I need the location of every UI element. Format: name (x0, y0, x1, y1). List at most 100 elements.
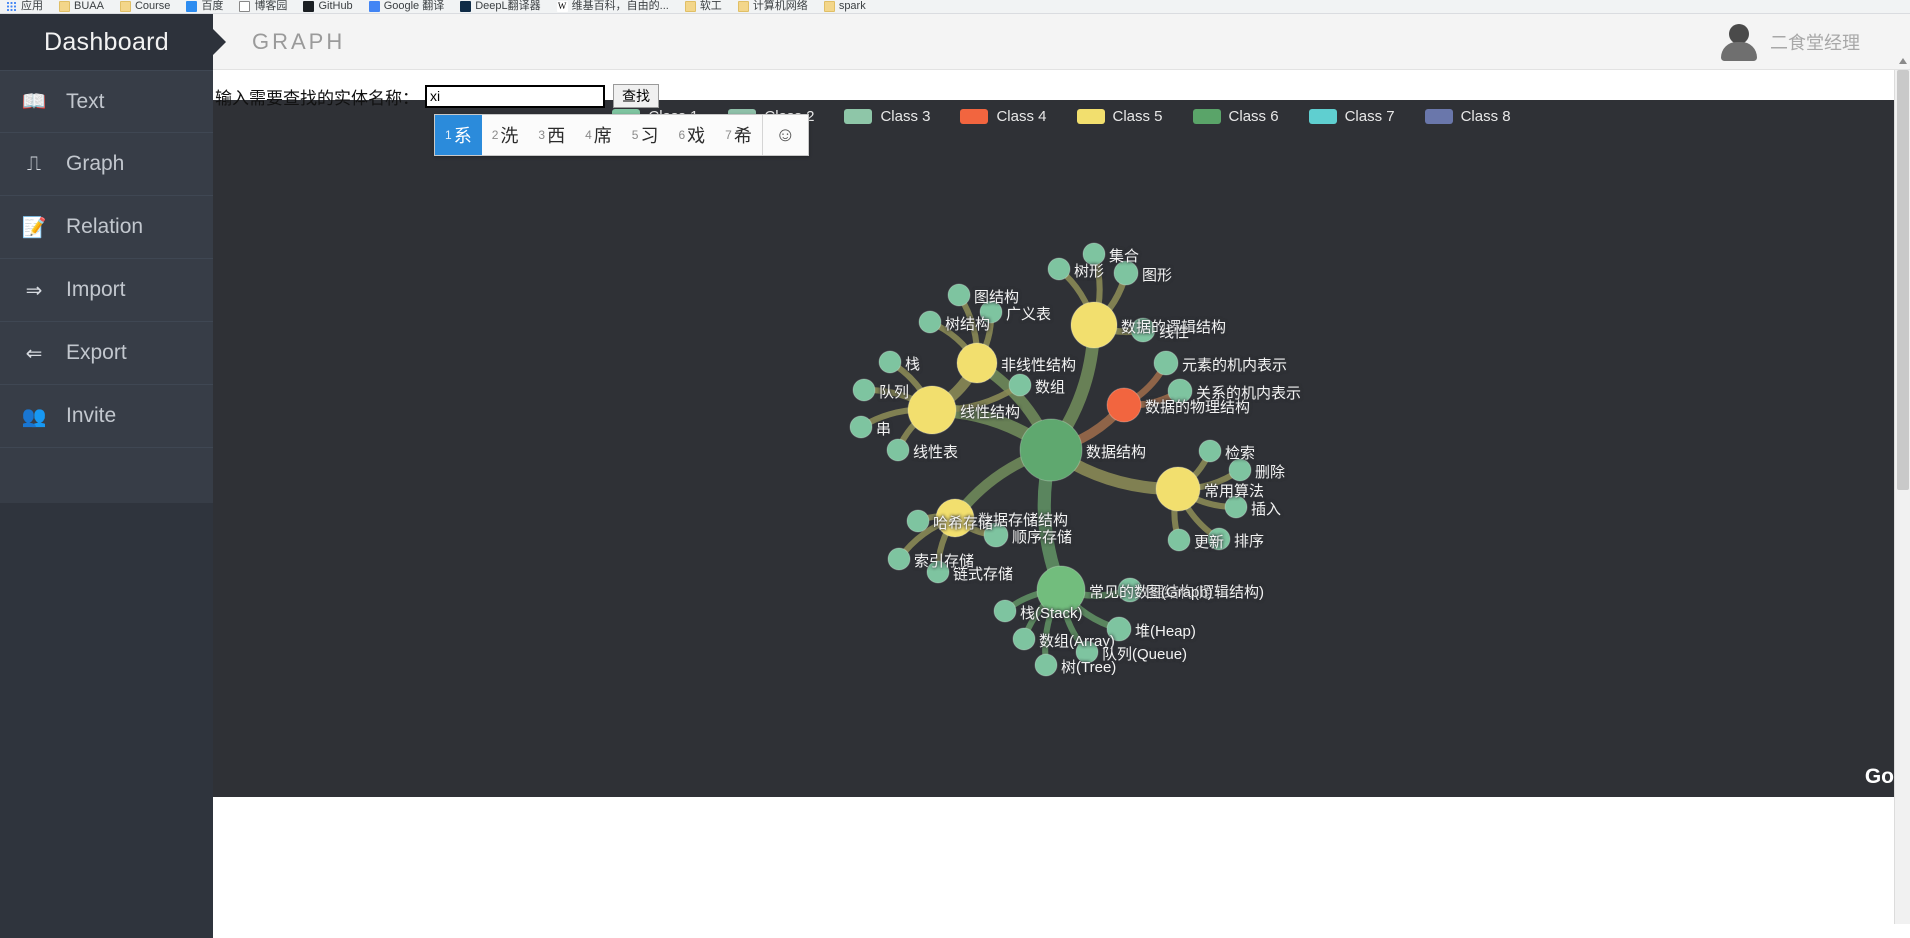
graph-node[interactable] (1047, 257, 1071, 281)
bookmark-item[interactable]: BUAA (59, 1, 104, 12)
graph-node[interactable] (878, 350, 902, 374)
graph-node[interactable] (1036, 565, 1086, 615)
sidebar-item-label: Invite (66, 404, 117, 427)
graph-node[interactable] (1167, 378, 1193, 404)
graph-node[interactable] (906, 509, 930, 533)
scrollbar-thumb[interactable] (1897, 70, 1909, 490)
graph-canvas[interactable]: Class 1Class 2Class 3Class 4Class 5Class… (213, 100, 1910, 797)
bookmark-label: 维基百科，自由的... (571, 0, 669, 12)
username-label: 二食堂经理 (1770, 32, 1860, 53)
ime-candidate[interactable]: 3西 (528, 115, 575, 155)
graph-node[interactable] (1070, 301, 1118, 349)
sidebar-item-import[interactable]: ⇒ Import (0, 259, 213, 322)
ime-candidate[interactable]: 6戏 (668, 115, 715, 155)
graph-node[interactable] (1106, 387, 1142, 423)
graph-node[interactable] (1130, 317, 1156, 343)
graph-node[interactable] (849, 415, 873, 439)
graph-node[interactable] (852, 378, 876, 402)
graph-node[interactable] (1153, 350, 1179, 376)
folder-icon (737, 1, 749, 12)
bookmark-item[interactable]: spark (823, 0, 866, 12)
ime-candidate[interactable]: 7希 (715, 115, 762, 155)
graph-node[interactable] (1167, 528, 1191, 552)
entity-search-toolbar: 输入需要查找的实体名称： 查找 (213, 78, 1910, 114)
search-input[interactable] (425, 84, 605, 108)
bookmark-item[interactable]: 博客园 (239, 1, 287, 12)
wikipedia-icon: W (556, 1, 568, 12)
user-box[interactable]: 二食堂经理 (1718, 21, 1860, 63)
ime-candidate-number: 7 (725, 128, 732, 142)
ime-candidate-number: 4 (585, 128, 592, 142)
ime-candidate[interactable]: 4席 (575, 115, 622, 155)
graph-node[interactable] (1117, 577, 1143, 603)
sidebar-filler (0, 503, 213, 938)
graph-node[interactable] (926, 560, 950, 584)
graph-node[interactable] (887, 547, 911, 571)
bookmark-item[interactable]: GitHub (303, 1, 353, 12)
graph-node[interactable] (907, 385, 957, 435)
graph-node[interactable] (983, 522, 1009, 548)
bookmark-item[interactable]: Course (119, 1, 170, 12)
bookmark-item[interactable]: 计算机网络 (737, 1, 808, 12)
graph-node[interactable] (935, 498, 975, 538)
bookmark-item[interactable]: 百度 (186, 1, 223, 12)
graph-node[interactable] (1155, 466, 1201, 512)
bookmark-label: 应用 (21, 0, 43, 12)
graph-node[interactable] (993, 599, 1017, 623)
graph-node[interactable] (1075, 640, 1099, 664)
bookmark-label: Google 翻译 (383, 0, 445, 12)
graph-node[interactable] (1113, 260, 1139, 286)
scroll-up-arrow-icon[interactable] (1899, 58, 1907, 64)
graph-node[interactable] (1082, 242, 1106, 266)
graph-node[interactable] (1008, 373, 1032, 397)
search-button[interactable]: 查找 (613, 84, 659, 108)
graph-node[interactable] (918, 310, 942, 334)
graph-node[interactable] (1106, 616, 1132, 642)
sidebar-item-graph[interactable]: ⎍ Graph (0, 133, 213, 196)
ime-candidate-text: 西 (547, 126, 566, 146)
graph-node[interactable] (956, 342, 998, 384)
graph-node[interactable] (1034, 653, 1058, 677)
bookmark-item[interactable]: Google 翻译 (368, 0, 445, 12)
graph-svg (849, 242, 1252, 677)
page-title: GRAPH (252, 28, 346, 54)
go-button[interactable]: Go (1865, 765, 1894, 789)
ime-emoji-icon[interactable]: ☺ (761, 115, 808, 155)
ime-candidate-number: 3 (538, 128, 546, 142)
graph-node[interactable] (947, 283, 971, 307)
sidebar-item-relation[interactable]: 📝 Relation (0, 196, 213, 259)
graph-node[interactable] (1228, 458, 1252, 482)
ime-candidate[interactable]: 2洗 (482, 115, 529, 155)
bookmark-item[interactable]: W 维基百科，自由的... (556, 0, 669, 12)
graph-node[interactable] (1198, 439, 1222, 463)
sidebar-item-text[interactable]: 📖 Text (0, 70, 213, 133)
bookmark-item[interactable]: 软工 (684, 1, 722, 12)
note-pencil-icon: 📝 (21, 216, 47, 239)
graph-node[interactable] (979, 300, 1003, 324)
sidebar: Dashboard 📖 Text ⎍ Graph 📝 Relation ⇒ Import ⇐ Ex… (0, 14, 213, 938)
breadcrumb-arrow-icon (213, 28, 226, 55)
graph-node[interactable] (1019, 418, 1083, 482)
ime-candidate[interactable]: 1系 (435, 115, 482, 155)
graph-node[interactable] (1207, 527, 1231, 551)
ime-candidate-text: 习 (640, 126, 659, 146)
cnblogs-icon (239, 1, 251, 12)
graph-node[interactable] (1012, 627, 1036, 651)
bookmark-label: spark (838, 0, 866, 12)
graph-node[interactable] (1224, 495, 1248, 519)
ime-candidate-window[interactable]: 1系2洗3西4席5习6戏7希 ☺ (434, 114, 809, 156)
sidebar-item-export[interactable]: ⇐ Export (0, 322, 213, 385)
page-scrollbar[interactable] (1894, 58, 1910, 924)
bookmark-item[interactable]: DeepL翻译器 (460, 1, 541, 12)
apps-grid-icon (6, 1, 17, 12)
folder-icon (823, 1, 835, 12)
ime-candidate[interactable]: 5习 (622, 115, 669, 155)
top-header: GRAPH 二食堂经理 (213, 14, 1910, 70)
graph-node[interactable] (886, 438, 910, 462)
bookmark-item[interactable]: 应用 (6, 1, 43, 12)
people-icon: 👥 (21, 405, 47, 428)
search-label: 输入需要查找的实体名称： (215, 88, 419, 108)
avatar (1718, 21, 1760, 63)
sidebar-item-invite[interactable]: 👥 Invite (0, 385, 213, 448)
sidebar-nav: 📖 Text ⎍ Graph 📝 Relation ⇒ Import ⇐ Export 👥 Invit… (0, 70, 213, 448)
